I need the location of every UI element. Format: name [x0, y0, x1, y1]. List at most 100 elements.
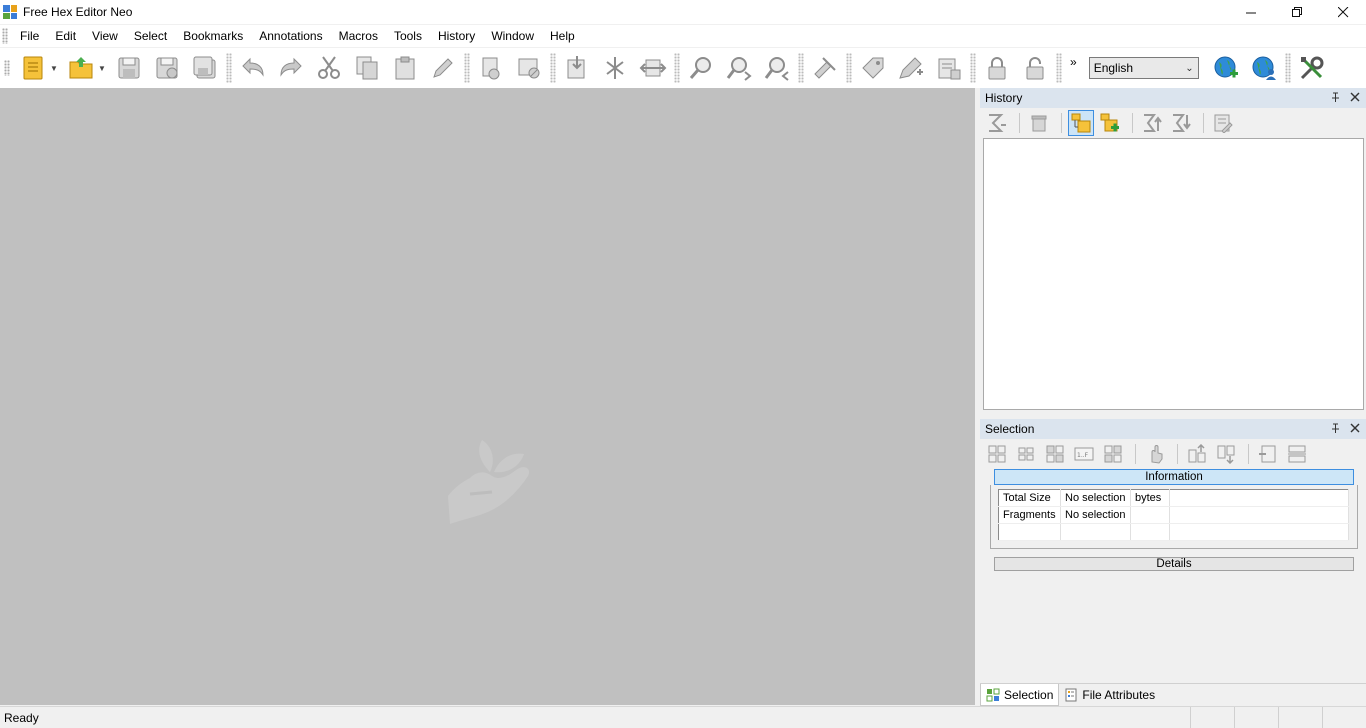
selection-move-down-button[interactable] — [1213, 441, 1239, 467]
selection-insert-button[interactable] — [1255, 441, 1281, 467]
modify-button[interactable] — [808, 51, 842, 85]
panel-splitter[interactable] — [975, 88, 979, 705]
close-icon[interactable] — [1348, 90, 1362, 104]
status-text: Ready — [4, 710, 39, 725]
menu-tools[interactable]: Tools — [386, 25, 430, 47]
web-update-button[interactable] — [1209, 51, 1243, 85]
cut-selection-button[interactable] — [474, 51, 508, 85]
select-all-button[interactable] — [984, 441, 1010, 467]
menu-annotations[interactable]: Annotations — [251, 25, 330, 47]
save-as-icon — [156, 57, 178, 79]
find-button[interactable] — [684, 51, 718, 85]
tab-file-attributes[interactable]: File Attributes — [1059, 684, 1160, 706]
save-all-button[interactable] — [188, 51, 222, 85]
web-account-button[interactable] — [1247, 51, 1281, 85]
undo-button[interactable] — [236, 51, 270, 85]
history-add-branch-button[interactable] — [1097, 110, 1123, 136]
history-up-button[interactable] — [1139, 110, 1165, 136]
globe-user-icon — [1252, 56, 1276, 80]
selection-split-button[interactable] — [1284, 441, 1310, 467]
save-all-icon — [193, 56, 216, 79]
open-file-button[interactable] — [64, 51, 98, 85]
selection-split-icon — [1288, 445, 1306, 463]
paste-button[interactable] — [388, 51, 422, 85]
history-down-button[interactable] — [1168, 110, 1194, 136]
language-select[interactable]: English ⌄ — [1088, 57, 1199, 79]
trash-icon — [1031, 115, 1047, 132]
search-icon — [689, 57, 711, 79]
svg-text:1..F: 1..F — [1077, 452, 1089, 459]
delete-selection-button[interactable] — [512, 51, 546, 85]
annotation-edit-button[interactable] — [894, 51, 928, 85]
open-file-dropdown-icon[interactable]: ▼ — [98, 64, 106, 73]
menu-window[interactable]: Window — [483, 25, 542, 47]
toolbar-overflow-icon[interactable]: » — [1070, 55, 1077, 69]
status-bar: Ready — [0, 706, 1366, 728]
toolbar-separator — [464, 53, 470, 83]
select-block-button[interactable] — [1013, 441, 1039, 467]
unlock-button[interactable] — [1018, 51, 1052, 85]
lock-button[interactable] — [980, 51, 1014, 85]
bookmark-tag-button[interactable] — [856, 51, 890, 85]
details-section-toggle[interactable]: Details — [994, 557, 1354, 571]
history-toolbar — [980, 108, 1366, 138]
information-section-toggle[interactable]: Information — [994, 469, 1354, 485]
selection-down-icon — [1217, 445, 1235, 464]
selection-up-icon — [1188, 444, 1206, 463]
toolbar-separator — [674, 53, 680, 83]
minimize-button[interactable] — [1228, 0, 1274, 24]
save-button[interactable] — [112, 51, 146, 85]
toolbar-separator — [1056, 53, 1062, 83]
menu-edit[interactable]: Edit — [47, 25, 84, 47]
panel-tabs: Selection File Attributes — [980, 683, 1366, 706]
new-file-button[interactable] — [16, 51, 50, 85]
status-cell — [1322, 707, 1366, 728]
menu-select[interactable]: Select — [126, 25, 175, 47]
clipboard-icon — [395, 56, 415, 80]
resize-button[interactable] — [636, 51, 670, 85]
history-clear-button[interactable] — [984, 110, 1010, 136]
split-button[interactable] — [598, 51, 632, 85]
history-branch-view-button[interactable] — [1068, 110, 1094, 136]
copy-icon — [356, 56, 378, 80]
save-as-button[interactable] — [150, 51, 184, 85]
find-previous-button[interactable] — [760, 51, 794, 85]
menu-file[interactable]: File — [12, 25, 47, 47]
history-clear-icon — [989, 114, 1006, 132]
settings-button[interactable] — [1295, 51, 1329, 85]
selection-move-up-button[interactable] — [1184, 441, 1210, 467]
cut-button[interactable] — [312, 51, 346, 85]
table-cell — [1169, 489, 1349, 507]
history-tree-icon — [1071, 113, 1091, 133]
find-next-button[interactable] — [722, 51, 756, 85]
pin-icon[interactable] — [1328, 421, 1342, 435]
select-range-button[interactable] — [1042, 441, 1068, 467]
toolbar-grip[interactable] — [4, 60, 10, 76]
copy-button[interactable] — [350, 51, 384, 85]
selection-hand-button[interactable] — [1142, 441, 1168, 467]
pin-icon[interactable] — [1328, 90, 1342, 104]
history-properties-button[interactable] — [1210, 110, 1236, 136]
properties-button[interactable] — [932, 51, 966, 85]
fill-button[interactable] — [426, 51, 460, 85]
editor-workspace[interactable] — [0, 88, 975, 705]
close-icon[interactable] — [1348, 421, 1362, 435]
pencil-icon — [433, 58, 453, 78]
app-logo-icon — [3, 5, 17, 19]
restore-button[interactable] — [1274, 0, 1320, 24]
select-pattern-button[interactable] — [1100, 441, 1126, 467]
new-file-dropdown-icon[interactable]: ▼ — [50, 64, 58, 73]
close-button[interactable] — [1320, 0, 1366, 24]
menu-help[interactable]: Help — [542, 25, 583, 47]
history-delete-button[interactable] — [1026, 110, 1052, 136]
tab-selection[interactable]: Selection — [980, 684, 1060, 706]
menubar-grip[interactable] — [2, 28, 8, 44]
menu-bookmarks[interactable]: Bookmarks — [175, 25, 251, 47]
menu-view[interactable]: View — [84, 25, 126, 47]
history-list[interactable] — [983, 138, 1364, 410]
menu-history[interactable]: History — [430, 25, 483, 47]
menu-macros[interactable]: Macros — [331, 25, 386, 47]
select-offset-button[interactable]: 1..F — [1071, 441, 1097, 467]
redo-button[interactable] — [274, 51, 308, 85]
insert-button[interactable] — [560, 51, 594, 85]
